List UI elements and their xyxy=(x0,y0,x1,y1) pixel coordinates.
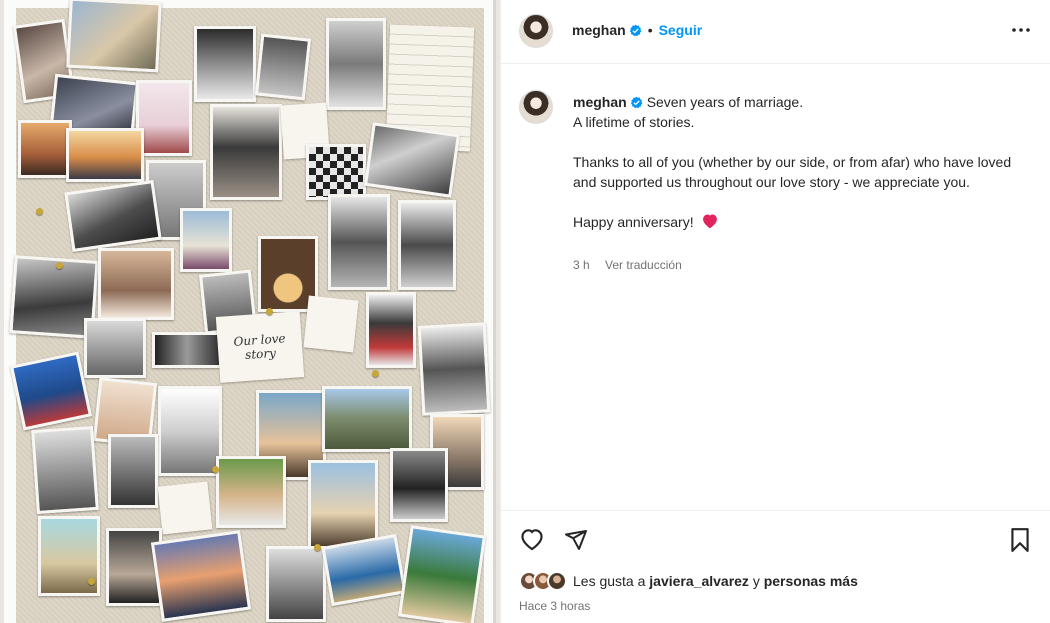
photo xyxy=(31,425,99,515)
photo xyxy=(306,144,366,200)
heart-emoji-icon xyxy=(702,214,717,229)
caption-line-3: Thanks to all of you (whether by our sid… xyxy=(573,154,1012,190)
header-user: meghan • Seguir xyxy=(572,22,702,38)
push-pin xyxy=(56,262,63,269)
photo xyxy=(363,122,461,198)
photo xyxy=(398,200,456,290)
photo xyxy=(321,533,407,607)
photo xyxy=(194,26,256,102)
avatar[interactable] xyxy=(519,14,553,48)
photo xyxy=(108,434,158,508)
card xyxy=(157,481,213,535)
photo xyxy=(366,292,416,368)
photo xyxy=(308,460,378,550)
likes-prefix: Les gusta a xyxy=(573,573,646,589)
push-pin xyxy=(88,578,95,585)
photo xyxy=(417,322,491,416)
caption-text: Seven years of marriage. xyxy=(646,94,804,110)
photo xyxy=(328,194,390,290)
photo xyxy=(136,80,192,156)
caption-line-2: A lifetime of stories. xyxy=(573,114,695,130)
caption-text: Happy anniversary! xyxy=(573,214,694,230)
caption-line-1: meghan Seven years of marriage. xyxy=(573,92,1033,112)
time-ago: 3 h xyxy=(573,258,590,272)
photo xyxy=(254,33,312,101)
love-story-card: Our love story xyxy=(215,311,305,383)
love-story-card-text: Our love story xyxy=(233,331,286,363)
photo xyxy=(397,525,487,623)
photo xyxy=(84,318,146,378)
post-header: meghan • Seguir xyxy=(501,0,1050,64)
separator-dot: • xyxy=(647,22,653,38)
push-pin xyxy=(36,208,43,215)
caption-avatar[interactable] xyxy=(519,90,553,124)
caption: meghan Seven years of marriage. A lifeti… xyxy=(573,92,1033,232)
post-time: Hace 3 horas xyxy=(519,599,591,613)
photo xyxy=(152,332,222,368)
liker-avatar xyxy=(547,571,567,591)
like-icon[interactable] xyxy=(519,527,545,556)
caption-meta: 3 h Ver traducción xyxy=(573,258,694,272)
username[interactable]: meghan xyxy=(572,22,626,38)
push-pin xyxy=(212,466,219,473)
push-pin xyxy=(372,370,379,377)
translate-link[interactable]: Ver traducción xyxy=(605,258,682,272)
verified-badge-icon xyxy=(630,96,643,109)
likes-summary: Les gusta a javiera_alvarez y personas m… xyxy=(519,571,858,591)
photo xyxy=(18,120,72,178)
photo xyxy=(390,448,448,522)
likes-join: y xyxy=(752,573,760,589)
photo xyxy=(66,0,162,73)
post-panel: meghan • Seguir meghan Seven years of ma… xyxy=(500,0,1050,623)
post-media[interactable]: Our love story xyxy=(0,0,500,623)
photo xyxy=(66,128,144,182)
more-options-icon[interactable] xyxy=(1009,18,1033,42)
caption-line-4: Happy anniversary! xyxy=(573,212,1033,232)
likes-user[interactable]: javiera_alvarez xyxy=(649,573,749,589)
photo xyxy=(64,180,162,252)
photo xyxy=(150,530,252,622)
verified-badge-icon xyxy=(629,24,642,36)
follow-button[interactable]: Seguir xyxy=(659,22,703,38)
photo xyxy=(216,456,286,528)
caption-spacer xyxy=(573,192,1033,212)
caption-spacer xyxy=(573,132,1033,152)
push-pin xyxy=(266,308,273,315)
actions-bar: Les gusta a javiera_alvarez y personas m… xyxy=(501,510,1050,623)
card xyxy=(303,295,359,353)
photo xyxy=(326,18,386,110)
photo xyxy=(9,351,93,431)
likes-others[interactable]: personas más xyxy=(764,573,858,589)
photo xyxy=(210,104,282,200)
caption-username[interactable]: meghan xyxy=(573,94,627,110)
photo xyxy=(98,248,174,320)
push-pin xyxy=(314,544,321,551)
photo xyxy=(180,208,232,272)
save-icon[interactable] xyxy=(1009,527,1031,558)
photo xyxy=(266,546,326,622)
cork-board: Our love story xyxy=(9,0,491,623)
photo xyxy=(322,386,412,452)
photo xyxy=(158,386,222,476)
share-icon[interactable] xyxy=(563,528,589,557)
